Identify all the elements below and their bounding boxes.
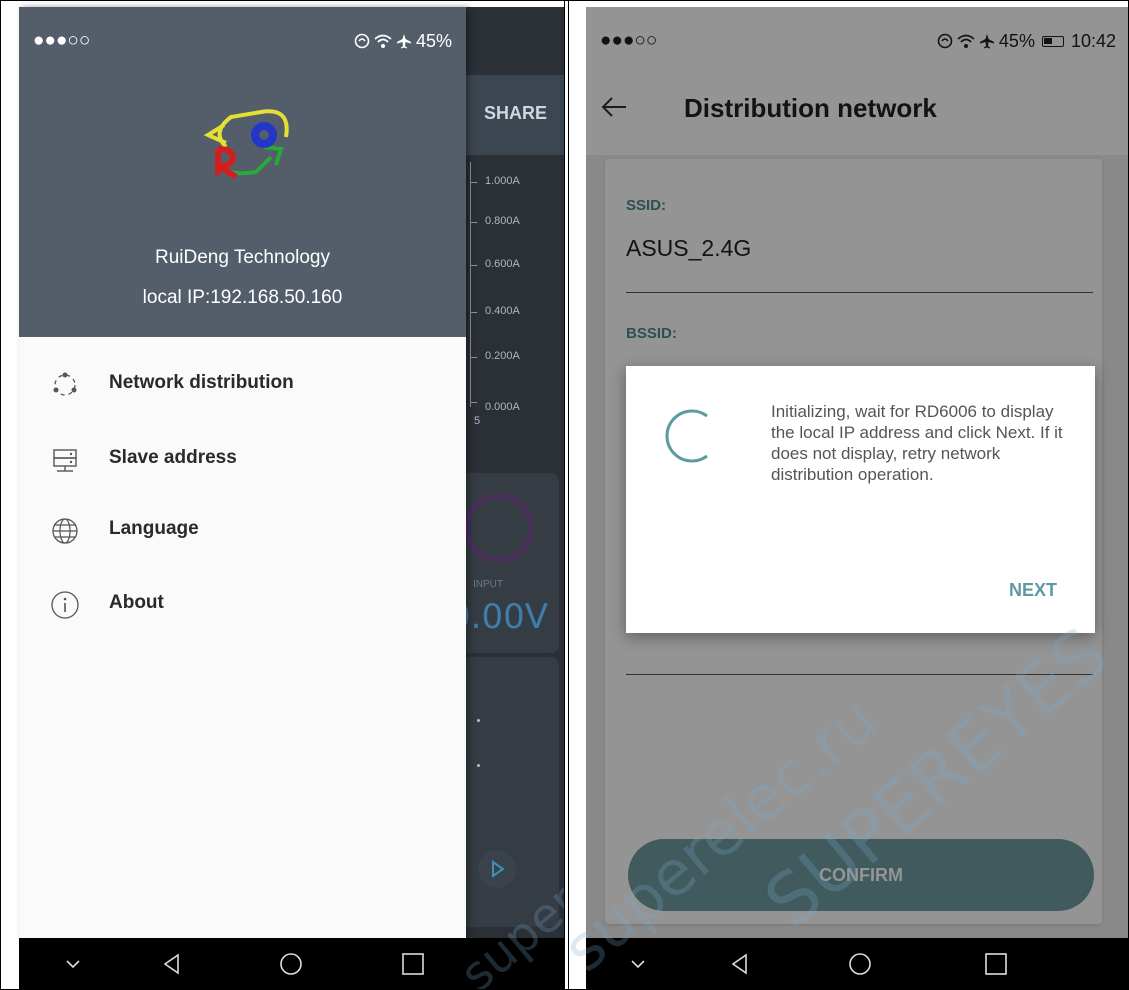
airplane-icon [396,34,411,49]
back-nav-icon[interactable] [160,952,184,976]
graph-label: 0.800A [485,215,520,227]
ruideng-logo-icon [203,109,289,180]
info-icon [51,591,79,619]
server-icon [53,449,77,472]
menu-item-label: Language [109,518,199,539]
back-nav-icon[interactable] [728,952,752,976]
battery-percent: 45% [415,30,452,51]
recents-nav-icon[interactable] [984,952,1008,976]
dot-marker [477,764,480,767]
gauge-ring-icon [464,493,534,563]
left-screenshot: ●●●○○ SHARE 1.000A 0.800A 0.600A 0.400A … [0,0,565,990]
home-nav-icon[interactable] [279,952,303,976]
signal-indicator: ●●●○○ [33,30,91,51]
globe-icon [52,518,78,544]
graph-label: 1.000A [485,175,520,187]
status-icons: 45% [354,31,452,52]
system-nav-bar [19,938,564,990]
drawer-header: ●●●○○ 45% RuiDeng Technology local IP:19… [19,7,466,337]
dialog-message: Initializing, wait for RD6006 to display… [771,402,1063,484]
graph-tick [471,182,477,183]
next-button[interactable]: NEXT [1009,580,1057,601]
input-label: INPUT [473,579,503,590]
graph-tick [471,312,477,313]
menu-item-language[interactable]: Language [19,503,466,559]
graph-label: 0.600A [485,258,520,270]
control-card [459,657,559,927]
menu-item-about[interactable]: About [19,577,466,633]
graph-label: 0.400A [485,305,520,317]
loading-spinner-icon [665,409,708,463]
status-bar: ●●●○○ 45% [19,7,466,75]
graph-tick [471,222,477,223]
share-button[interactable]: SHARE [484,103,547,124]
right-screenshot: ●●●○○ 45% 10:42 Distribution network SSI… [568,0,1129,990]
chevron-down-icon[interactable] [61,952,85,976]
graph-label: 0.200A [485,350,520,362]
menu-item-slave-address[interactable]: Slave address [19,432,466,488]
nfc-icon [354,33,370,49]
system-nav-bar [586,938,1129,990]
company-name: RuiDeng Technology [155,247,330,268]
initializing-dialog: Initializing, wait for RD6006 to display… [626,366,1095,633]
menu-item-label: Slave address [109,447,237,468]
recents-nav-icon[interactable] [401,952,425,976]
menu-item-label: Network distribution [109,372,294,393]
gauge-card: INPUT 0.00V [449,473,559,653]
graph-tick [471,402,477,403]
play-icon[interactable] [477,849,517,889]
local-ip-label: local IP:192.168.50.160 [142,287,343,308]
menu-item-network-distribution[interactable]: Network distribution [19,357,466,413]
network-icon [53,372,77,396]
graph-label: 0.000A [485,401,520,413]
wifi-icon [374,34,392,48]
chevron-down-icon[interactable] [626,952,650,976]
home-nav-icon[interactable] [848,952,872,976]
graph-tick [471,265,477,266]
graph-axis [470,162,471,407]
graph-tick [471,357,477,358]
menu-item-label: About [109,592,164,613]
navigation-drawer: ●●●○○ 45% RuiDeng Technology local IP:19… [19,7,466,938]
graph-axis-digit: 5 [474,415,481,427]
dot-marker [477,719,480,722]
